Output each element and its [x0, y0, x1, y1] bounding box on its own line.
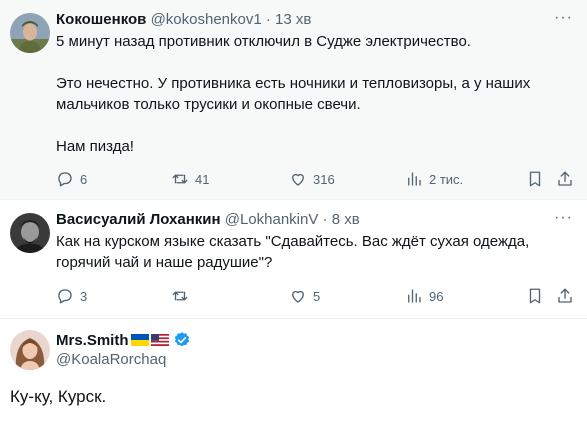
views-icon: [408, 172, 421, 186]
author-handle[interactable]: @KoalaRorchaq: [56, 351, 166, 368]
us-flag-icon: [150, 334, 169, 346]
like-count: 316: [313, 171, 335, 187]
tweet-text: Ку-ку, Курск.: [10, 387, 107, 406]
author-handle[interactable]: @kokoshenkov1: [151, 11, 262, 28]
reply-button[interactable]: 6: [56, 170, 87, 188]
retweet-icon: [172, 291, 188, 301]
separator: ·: [265, 11, 271, 28]
like-button[interactable]: 5: [289, 287, 320, 305]
retweet-icon: [172, 174, 188, 184]
author-name[interactable]: Кокошенков: [56, 11, 146, 28]
author-handle[interactable]: @LokhankinV: [225, 211, 319, 228]
reply-button[interactable]: 3: [56, 287, 87, 305]
tweet-header: Mrs.Smith: [56, 331, 191, 349]
timestamp[interactable]: 13 хв: [275, 11, 311, 28]
views-count: 96: [429, 288, 444, 304]
retweet-button[interactable]: [171, 287, 195, 305]
tweet-header: Кокошенков @kokoshenkov1 · 13 хв: [56, 11, 311, 28]
tweet-lokhankin[interactable]: Васисуалий Лоханкин @LokhankinV · 8 хв ·…: [0, 200, 587, 319]
like-button[interactable]: 316: [289, 170, 335, 188]
share-icon: [558, 171, 572, 186]
ukraine-flag-icon: [130, 334, 149, 346]
views-button[interactable]: 96: [405, 287, 443, 305]
tweet-text: 5 минут назад противник отключил в Судже…: [56, 33, 531, 155]
retweet-button[interactable]: 41: [171, 170, 209, 188]
reply-count: 6: [80, 171, 88, 187]
more-options-button[interactable]: ···: [554, 209, 573, 227]
share-button[interactable]: [556, 287, 574, 305]
like-icon: [292, 290, 304, 303]
author-name[interactable]: Mrs.Smith: [56, 332, 129, 349]
tweet-actions: 3 5 96: [56, 287, 577, 307]
avatar[interactable]: [10, 213, 50, 253]
reply-icon: [58, 289, 72, 304]
views-count: 2 тис.: [429, 171, 464, 187]
bookmark-icon: [529, 171, 541, 187]
bookmark-icon: [529, 288, 541, 304]
share-button[interactable]: [556, 170, 574, 188]
verified-icon: [174, 332, 189, 347]
views-button[interactable]: 2 тис.: [405, 170, 463, 188]
tweet-kokoshenkov[interactable]: Кокошенков @kokoshenkov1 · 13 хв ··· 5 м…: [0, 0, 587, 200]
avatar[interactable]: [10, 330, 50, 370]
tweet-mrs-smith[interactable]: Mrs.Smith @KoalaRorchaq Ку-ку, Курск.: [0, 319, 587, 422]
bookmark-button[interactable]: [526, 170, 544, 188]
tweet-text: Как на курском языке сказать "Сдавайтесь…: [56, 233, 530, 271]
share-icon: [558, 288, 572, 303]
timestamp[interactable]: 8 хв: [332, 211, 360, 228]
avatar[interactable]: [10, 13, 50, 53]
reply-icon: [58, 172, 72, 187]
reply-count: 3: [80, 288, 88, 304]
bookmark-button[interactable]: [526, 287, 544, 305]
like-count: 5: [313, 288, 321, 304]
author-name[interactable]: Васисуалий Лоханкин: [56, 211, 221, 228]
separator: ·: [322, 211, 328, 228]
tweet-actions: 6 41 316 2 тис.: [56, 170, 577, 190]
retweet-count: 41: [195, 171, 210, 187]
more-options-button[interactable]: ···: [554, 9, 573, 27]
views-icon: [408, 289, 421, 303]
tweet-header: Васисуалий Лоханкин @LokhankinV · 8 хв: [56, 211, 360, 228]
like-icon: [292, 173, 304, 186]
